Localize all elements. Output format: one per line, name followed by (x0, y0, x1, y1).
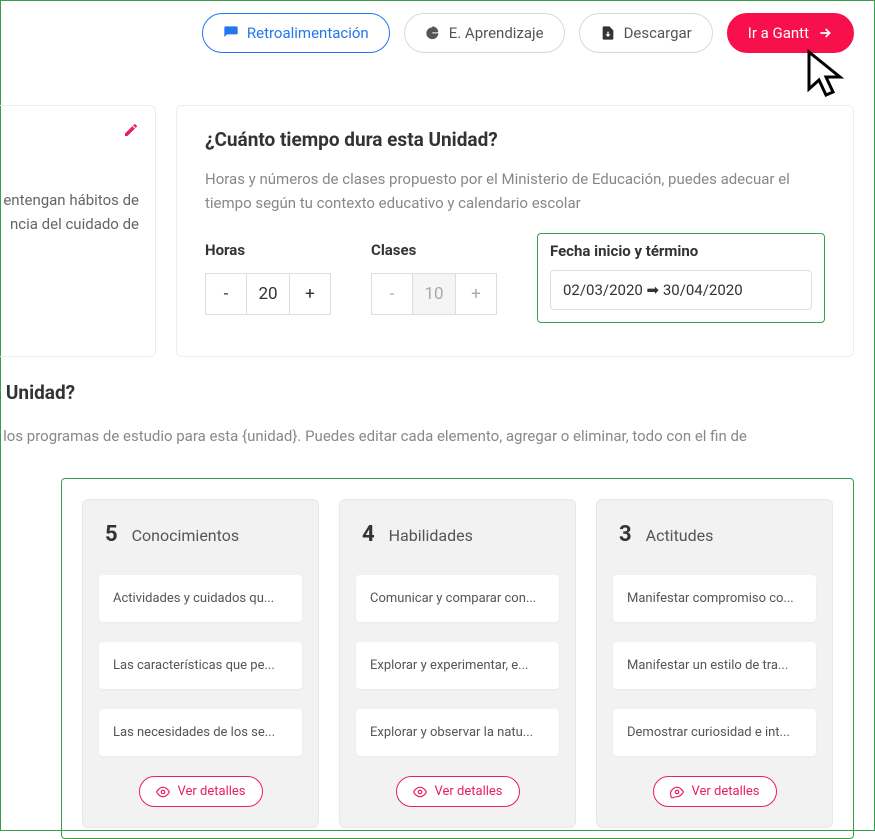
list-item[interactable]: Manifestar un estilo de tra... (613, 642, 816, 689)
elements-section: a Unidad? g los programas de estudio par… (0, 357, 874, 839)
eye-icon (156, 785, 170, 799)
classes-stepper: - 10 + (371, 273, 497, 315)
duration-card: ¿Cuánto tiempo dura esta Unidad? Horas y… (176, 105, 854, 357)
column-conocimientos: 5 Conocimientos Actividades y cuidados q… (82, 499, 319, 828)
column-actitudes: 3 Actitudes Manifestar compromiso co... … (596, 499, 833, 828)
duration-title: ¿Cuánto tiempo dura esta Unidad? (205, 128, 825, 151)
date-range-input[interactable] (550, 270, 812, 310)
list-item[interactable]: Las necesidades de los se... (99, 709, 302, 756)
duration-desc: Horas y números de clases propuesto por … (205, 167, 825, 215)
side-panel: entengan hábitos de ncia del cuidado de (0, 105, 156, 357)
download-label: Descargar (624, 24, 692, 42)
learning-label: E. Aprendizaje (449, 24, 544, 42)
elements-title: a Unidad? (0, 381, 854, 404)
details-button[interactable]: Ver detalles (139, 776, 263, 807)
details-label: Ver detalles (435, 784, 503, 799)
download-button[interactable]: Descargar (579, 13, 713, 53)
column-header: 3 Actitudes (613, 522, 816, 547)
column-title: Habilidades (389, 526, 473, 545)
eye-icon (413, 785, 427, 799)
hours-group: Horas - 20 + (205, 241, 331, 323)
column-title: Conocimientos (132, 526, 239, 545)
classes-value: 10 (413, 273, 455, 315)
hours-plus-button[interactable]: + (289, 273, 331, 315)
column-count: 5 (105, 522, 118, 547)
column-header: 5 Conocimientos (99, 522, 302, 547)
classes-label: Clases (371, 241, 497, 259)
arrow-right-icon (817, 25, 833, 41)
main-layout: entengan hábitos de ncia del cuidado de … (1, 65, 874, 357)
list-item[interactable]: Las características que pe... (99, 642, 302, 689)
eye-icon (670, 785, 684, 799)
column-count: 3 (619, 522, 632, 547)
side-text: entengan hábitos de ncia del cuidado de (0, 188, 139, 236)
hours-stepper: - 20 + (205, 273, 331, 315)
learning-button[interactable]: E. Aprendizaje (404, 13, 565, 53)
feedback-button[interactable]: Retroalimentación (202, 13, 390, 53)
date-label: Fecha inicio y término (550, 242, 812, 260)
list-item[interactable]: Explorar y observar la natu... (356, 709, 559, 756)
column-count: 4 (362, 522, 375, 547)
pie-chart-icon (425, 25, 441, 41)
classes-minus-button: - (371, 273, 413, 315)
list-item[interactable]: Explorar y experimentar, e... (356, 642, 559, 689)
column-habilidades: 4 Habilidades Comunicar y comparar con..… (339, 499, 576, 828)
gantt-label: Ir a Gantt (748, 24, 809, 42)
details-button[interactable]: Ver detalles (653, 776, 777, 807)
elements-desc: g los programas de estudio para esta {un… (0, 424, 854, 448)
column-header: 4 Habilidades (356, 522, 559, 547)
classes-group: Clases - 10 + (371, 241, 497, 323)
hours-minus-button[interactable]: - (205, 273, 247, 315)
feedback-label: Retroalimentación (247, 24, 369, 42)
list-item[interactable]: Comunicar y comparar con... (356, 575, 559, 622)
date-group: Fecha inicio y término (537, 233, 825, 323)
hours-label: Horas (205, 241, 331, 259)
top-toolbar: Retroalimentación E. Aprendizaje Descarg… (1, 1, 874, 65)
file-download-icon (600, 25, 616, 41)
details-button[interactable]: Ver detalles (396, 776, 520, 807)
column-title: Actitudes (646, 526, 714, 545)
list-item[interactable]: Actividades y cuidados qu... (99, 575, 302, 622)
columns-wrap: 5 Conocimientos Actividades y cuidados q… (61, 478, 854, 839)
list-item[interactable]: Demostrar curiosidad e int... (613, 709, 816, 756)
details-label: Ver detalles (178, 784, 246, 799)
controls-row: Horas - 20 + Clases - 10 + Fecha inicio … (205, 241, 825, 323)
comment-icon (223, 25, 239, 41)
pencil-icon[interactable] (123, 122, 139, 138)
details-label: Ver detalles (692, 784, 760, 799)
hours-value: 20 (247, 273, 289, 315)
classes-plus-button: + (455, 273, 497, 315)
gantt-button[interactable]: Ir a Gantt (727, 13, 854, 53)
list-item[interactable]: Manifestar compromiso co... (613, 575, 816, 622)
